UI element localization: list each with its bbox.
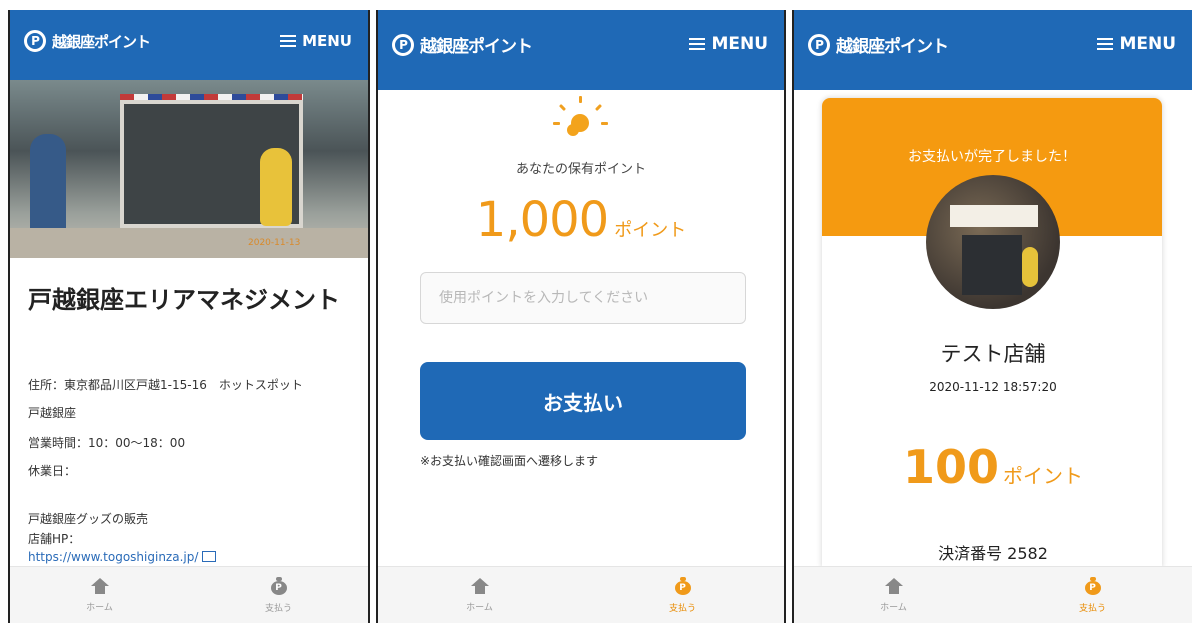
shop-address-line2: 戸越銀座 (28, 406, 77, 420)
nav-pay-label: 支払う (1078, 603, 1106, 614)
app-logo[interactable]: P 越銀座ポイント (392, 32, 533, 57)
payment-datetime: 2020-11-12 18:57:20 (929, 380, 1057, 394)
shop-address: 住所：東京都品川区戸越1-15-16 ホットスポット (28, 378, 303, 392)
home-icon (884, 577, 903, 594)
nav-pay[interactable]: 支払う (189, 567, 368, 623)
nav-pay-label: 支払う (668, 603, 696, 614)
photo-date-stamp: 2020-11-13 (248, 238, 301, 248)
shop-title: 戸越銀座エリアマネジメント (28, 286, 340, 314)
app-logo-text: 越銀座ポイント (836, 37, 949, 57)
app-header: P 越銀座ポイント MENU (794, 10, 1192, 90)
transaction-number: 決済番号 2582 (938, 544, 1048, 563)
point-logo-icon: P (24, 30, 46, 52)
screen-payment: P 越銀座ポイント MENU あなたの保有ポイント 1,000ポイント お支払い… (376, 10, 786, 623)
pay-coin-icon (270, 576, 287, 595)
receipt-card: お支払いが完了しました！ (822, 98, 1162, 568)
complete-message: お支払いが完了しました！ (908, 149, 1076, 165)
paid-points-value: 100 (902, 440, 1000, 494)
coins-icon (553, 96, 609, 144)
use-points-input[interactable] (420, 272, 746, 324)
hamburger-icon (689, 38, 706, 50)
menu-button[interactable]: MENU (689, 34, 768, 54)
shop-description: 戸越銀座グッズの販売 (28, 512, 149, 526)
menu-label: MENU (1119, 34, 1176, 54)
nav-home-label: ホーム (466, 602, 493, 613)
bottom-nav: ホーム 支払う (378, 566, 784, 623)
nav-home-label: ホーム (880, 602, 907, 613)
photo-mascot (260, 148, 292, 226)
shop-hours: 営業時間：10：00〜18：00 (28, 436, 186, 450)
menu-label: MENU (302, 32, 352, 50)
nav-home[interactable]: ホーム (10, 567, 189, 623)
pay-coin-icon (1084, 576, 1101, 595)
menu-button[interactable]: MENU (280, 32, 352, 50)
menu-button[interactable]: MENU (1097, 34, 1176, 54)
point-logo-icon: P (392, 33, 414, 56)
pay-note: ※お支払い確認画面へ遷移します (420, 454, 599, 468)
home-icon (470, 577, 489, 594)
point-logo-icon: P (808, 33, 830, 56)
app-header: P 越銀座ポイント MENU (10, 10, 368, 80)
shop-avatar (926, 175, 1060, 309)
points-balance-value: 1,000 (475, 192, 609, 248)
nav-home-label: ホーム (86, 602, 113, 613)
paid-points-unit: ポイント (1003, 464, 1084, 488)
home-icon (90, 577, 109, 594)
screen-payment-complete: P 越銀座ポイント MENU お支払いが完了しました！ テスト店舗 2020-1… (792, 10, 1192, 623)
photo-ground (10, 228, 368, 258)
app-header: P 越銀座ポイント MENU (378, 10, 784, 90)
bottom-nav: ホーム 支払う (794, 566, 1192, 623)
shop-hp-label: 店舗HP： (28, 532, 81, 546)
nav-home[interactable]: ホーム (378, 567, 581, 623)
screen-shop-detail: P 越銀座ポイント MENU 2020-11-13 戸越銀座エリアマネジメント … (8, 10, 370, 623)
nav-home[interactable]: ホーム (794, 567, 993, 623)
shop-hp-url[interactable]: https://www.togoshiginza.jp/ (28, 550, 198, 564)
hamburger-icon (1097, 38, 1114, 50)
app-logo[interactable]: P 越銀座ポイント (808, 32, 949, 57)
app-logo[interactable]: P 越銀座ポイント (24, 30, 151, 52)
paid-points: 100 ポイント (794, 440, 1192, 494)
points-unit: ポイント (614, 220, 687, 241)
shop-name: テスト店舗 (940, 342, 1046, 366)
pay-button[interactable]: お支払い (420, 362, 746, 440)
hamburger-icon (280, 35, 297, 47)
external-link-icon (202, 551, 217, 562)
points-balance: 1,000 ポイント (378, 192, 784, 248)
nav-pay-label: 支払う (264, 603, 292, 614)
points-caption: あなたの保有ポイント (515, 162, 646, 177)
app-logo-text: 越銀座ポイント (420, 37, 533, 57)
bottom-nav: ホーム 支払う (10, 566, 368, 623)
shop-photo: 2020-11-13 (10, 80, 368, 258)
nav-pay[interactable]: 支払う (993, 567, 1192, 623)
app-logo-text: 越銀座ポイント (52, 32, 151, 51)
pay-coin-icon (674, 576, 691, 595)
shop-hp-link[interactable]: https://www.togoshiginza.jp/ (28, 550, 217, 564)
shop-closed-days: 休業日： (28, 464, 77, 478)
nav-pay[interactable]: 支払う (581, 567, 784, 623)
menu-label: MENU (711, 34, 768, 54)
